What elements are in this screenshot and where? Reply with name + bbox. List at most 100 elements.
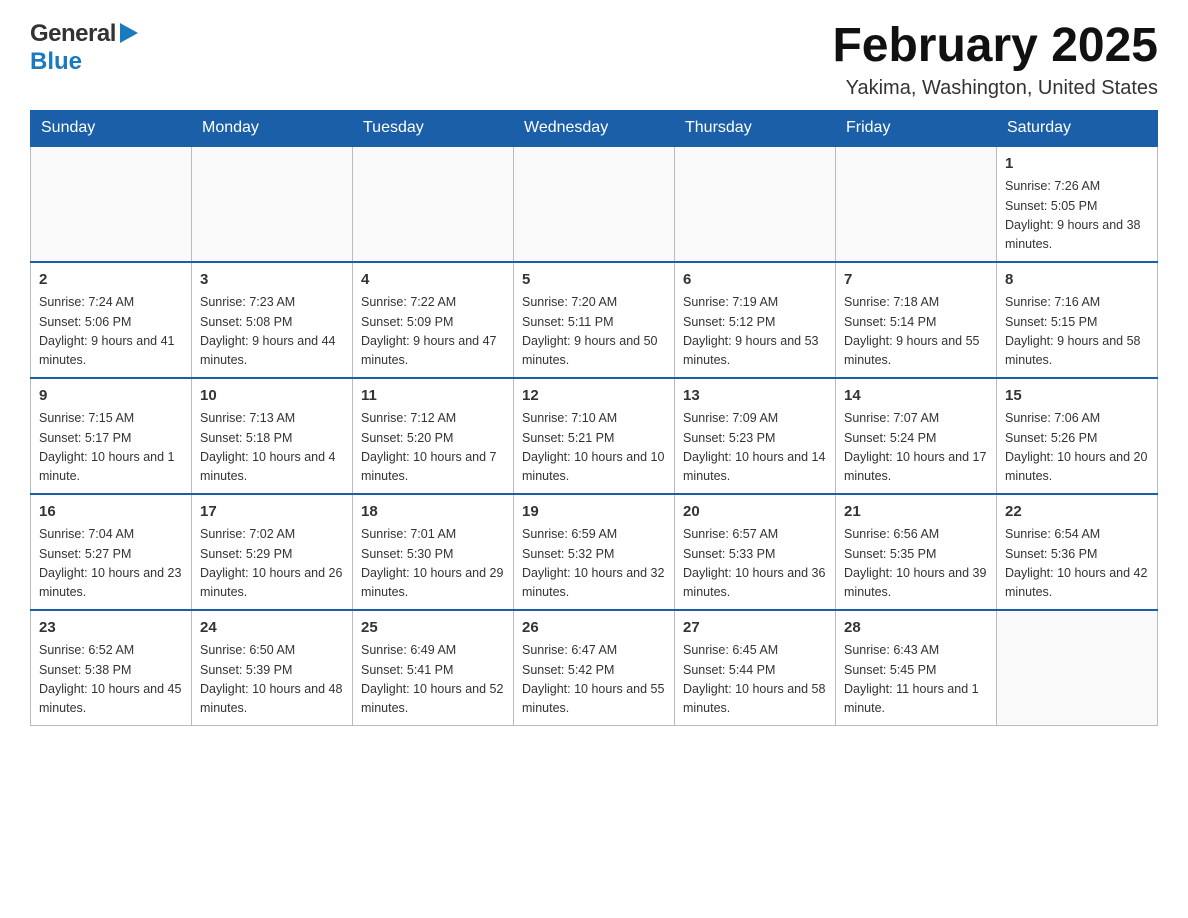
col-tuesday: Tuesday bbox=[353, 110, 514, 146]
day-info: Sunrise: 6:52 AM Sunset: 5:38 PM Dayligh… bbox=[39, 641, 183, 719]
calendar-header-row: Sunday Monday Tuesday Wednesday Thursday… bbox=[31, 110, 1158, 146]
table-row: 8Sunrise: 7:16 AM Sunset: 5:15 PM Daylig… bbox=[997, 262, 1158, 378]
day-info: Sunrise: 7:13 AM Sunset: 5:18 PM Dayligh… bbox=[200, 409, 344, 487]
day-number: 24 bbox=[200, 617, 344, 640]
day-number: 13 bbox=[683, 385, 827, 408]
day-info: Sunrise: 7:20 AM Sunset: 5:11 PM Dayligh… bbox=[522, 293, 666, 371]
table-row: 17Sunrise: 7:02 AM Sunset: 5:29 PM Dayli… bbox=[192, 494, 353, 610]
day-info: Sunrise: 6:45 AM Sunset: 5:44 PM Dayligh… bbox=[683, 641, 827, 719]
page-subtitle: Yakima, Washington, United States bbox=[832, 77, 1158, 100]
calendar-week-5: 23Sunrise: 6:52 AM Sunset: 5:38 PM Dayli… bbox=[31, 610, 1158, 726]
day-number: 12 bbox=[522, 385, 666, 408]
day-info: Sunrise: 7:24 AM Sunset: 5:06 PM Dayligh… bbox=[39, 293, 183, 371]
table-row bbox=[675, 146, 836, 262]
day-number: 18 bbox=[361, 501, 505, 524]
day-number: 23 bbox=[39, 617, 183, 640]
col-sunday: Sunday bbox=[31, 110, 192, 146]
table-row: 7Sunrise: 7:18 AM Sunset: 5:14 PM Daylig… bbox=[836, 262, 997, 378]
day-number: 27 bbox=[683, 617, 827, 640]
table-row: 2Sunrise: 7:24 AM Sunset: 5:06 PM Daylig… bbox=[31, 262, 192, 378]
day-number: 9 bbox=[39, 385, 183, 408]
col-friday: Friday bbox=[836, 110, 997, 146]
day-number: 3 bbox=[200, 269, 344, 292]
col-monday: Monday bbox=[192, 110, 353, 146]
table-row: 26Sunrise: 6:47 AM Sunset: 5:42 PM Dayli… bbox=[514, 610, 675, 726]
logo: General Blue bbox=[30, 20, 138, 76]
table-row bbox=[997, 610, 1158, 726]
day-number: 16 bbox=[39, 501, 183, 524]
day-info: Sunrise: 7:18 AM Sunset: 5:14 PM Dayligh… bbox=[844, 293, 988, 371]
day-info: Sunrise: 7:26 AM Sunset: 5:05 PM Dayligh… bbox=[1005, 177, 1149, 255]
table-row: 4Sunrise: 7:22 AM Sunset: 5:09 PM Daylig… bbox=[353, 262, 514, 378]
day-number: 22 bbox=[1005, 501, 1149, 524]
table-row: 16Sunrise: 7:04 AM Sunset: 5:27 PM Dayli… bbox=[31, 494, 192, 610]
day-info: Sunrise: 6:57 AM Sunset: 5:33 PM Dayligh… bbox=[683, 525, 827, 603]
day-info: Sunrise: 6:50 AM Sunset: 5:39 PM Dayligh… bbox=[200, 641, 344, 719]
day-info: Sunrise: 7:01 AM Sunset: 5:30 PM Dayligh… bbox=[361, 525, 505, 603]
day-number: 10 bbox=[200, 385, 344, 408]
table-row: 25Sunrise: 6:49 AM Sunset: 5:41 PM Dayli… bbox=[353, 610, 514, 726]
calendar-week-2: 2Sunrise: 7:24 AM Sunset: 5:06 PM Daylig… bbox=[31, 262, 1158, 378]
table-row: 28Sunrise: 6:43 AM Sunset: 5:45 PM Dayli… bbox=[836, 610, 997, 726]
day-number: 20 bbox=[683, 501, 827, 524]
day-info: Sunrise: 7:23 AM Sunset: 5:08 PM Dayligh… bbox=[200, 293, 344, 371]
table-row: 9Sunrise: 7:15 AM Sunset: 5:17 PM Daylig… bbox=[31, 378, 192, 494]
table-row: 10Sunrise: 7:13 AM Sunset: 5:18 PM Dayli… bbox=[192, 378, 353, 494]
day-info: Sunrise: 7:09 AM Sunset: 5:23 PM Dayligh… bbox=[683, 409, 827, 487]
calendar-week-1: 1Sunrise: 7:26 AM Sunset: 5:05 PM Daylig… bbox=[31, 146, 1158, 262]
day-number: 19 bbox=[522, 501, 666, 524]
table-row: 15Sunrise: 7:06 AM Sunset: 5:26 PM Dayli… bbox=[997, 378, 1158, 494]
table-row: 23Sunrise: 6:52 AM Sunset: 5:38 PM Dayli… bbox=[31, 610, 192, 726]
day-number: 25 bbox=[361, 617, 505, 640]
day-info: Sunrise: 6:47 AM Sunset: 5:42 PM Dayligh… bbox=[522, 641, 666, 719]
table-row: 21Sunrise: 6:56 AM Sunset: 5:35 PM Dayli… bbox=[836, 494, 997, 610]
day-number: 5 bbox=[522, 269, 666, 292]
table-row: 20Sunrise: 6:57 AM Sunset: 5:33 PM Dayli… bbox=[675, 494, 836, 610]
table-row bbox=[836, 146, 997, 262]
day-number: 2 bbox=[39, 269, 183, 292]
day-info: Sunrise: 7:15 AM Sunset: 5:17 PM Dayligh… bbox=[39, 409, 183, 487]
day-number: 28 bbox=[844, 617, 988, 640]
table-row: 12Sunrise: 7:10 AM Sunset: 5:21 PM Dayli… bbox=[514, 378, 675, 494]
day-number: 7 bbox=[844, 269, 988, 292]
day-number: 17 bbox=[200, 501, 344, 524]
table-row: 14Sunrise: 7:07 AM Sunset: 5:24 PM Dayli… bbox=[836, 378, 997, 494]
logo-triangle-icon bbox=[120, 23, 138, 48]
day-number: 4 bbox=[361, 269, 505, 292]
page-title: February 2025 bbox=[832, 20, 1158, 73]
day-info: Sunrise: 6:59 AM Sunset: 5:32 PM Dayligh… bbox=[522, 525, 666, 603]
day-info: Sunrise: 7:07 AM Sunset: 5:24 PM Dayligh… bbox=[844, 409, 988, 487]
table-row: 11Sunrise: 7:12 AM Sunset: 5:20 PM Dayli… bbox=[353, 378, 514, 494]
table-row bbox=[353, 146, 514, 262]
logo-general-text: General bbox=[30, 20, 116, 48]
day-info: Sunrise: 7:19 AM Sunset: 5:12 PM Dayligh… bbox=[683, 293, 827, 371]
table-row: 1Sunrise: 7:26 AM Sunset: 5:05 PM Daylig… bbox=[997, 146, 1158, 262]
table-row: 5Sunrise: 7:20 AM Sunset: 5:11 PM Daylig… bbox=[514, 262, 675, 378]
table-row: 19Sunrise: 6:59 AM Sunset: 5:32 PM Dayli… bbox=[514, 494, 675, 610]
day-info: Sunrise: 7:06 AM Sunset: 5:26 PM Dayligh… bbox=[1005, 409, 1149, 487]
title-block: February 2025 Yakima, Washington, United… bbox=[832, 20, 1158, 100]
day-info: Sunrise: 7:02 AM Sunset: 5:29 PM Dayligh… bbox=[200, 525, 344, 603]
table-row bbox=[31, 146, 192, 262]
table-row bbox=[192, 146, 353, 262]
day-number: 1 bbox=[1005, 153, 1149, 176]
day-info: Sunrise: 6:49 AM Sunset: 5:41 PM Dayligh… bbox=[361, 641, 505, 719]
day-number: 15 bbox=[1005, 385, 1149, 408]
table-row: 27Sunrise: 6:45 AM Sunset: 5:44 PM Dayli… bbox=[675, 610, 836, 726]
day-number: 14 bbox=[844, 385, 988, 408]
table-row: 18Sunrise: 7:01 AM Sunset: 5:30 PM Dayli… bbox=[353, 494, 514, 610]
day-number: 8 bbox=[1005, 269, 1149, 292]
col-saturday: Saturday bbox=[997, 110, 1158, 146]
calendar-week-4: 16Sunrise: 7:04 AM Sunset: 5:27 PM Dayli… bbox=[31, 494, 1158, 610]
col-wednesday: Wednesday bbox=[514, 110, 675, 146]
day-info: Sunrise: 6:54 AM Sunset: 5:36 PM Dayligh… bbox=[1005, 525, 1149, 603]
day-number: 26 bbox=[522, 617, 666, 640]
calendar-week-3: 9Sunrise: 7:15 AM Sunset: 5:17 PM Daylig… bbox=[31, 378, 1158, 494]
day-info: Sunrise: 7:16 AM Sunset: 5:15 PM Dayligh… bbox=[1005, 293, 1149, 371]
table-row: 6Sunrise: 7:19 AM Sunset: 5:12 PM Daylig… bbox=[675, 262, 836, 378]
table-row: 3Sunrise: 7:23 AM Sunset: 5:08 PM Daylig… bbox=[192, 262, 353, 378]
day-info: Sunrise: 7:10 AM Sunset: 5:21 PM Dayligh… bbox=[522, 409, 666, 487]
col-thursday: Thursday bbox=[675, 110, 836, 146]
day-number: 21 bbox=[844, 501, 988, 524]
day-number: 11 bbox=[361, 385, 505, 408]
